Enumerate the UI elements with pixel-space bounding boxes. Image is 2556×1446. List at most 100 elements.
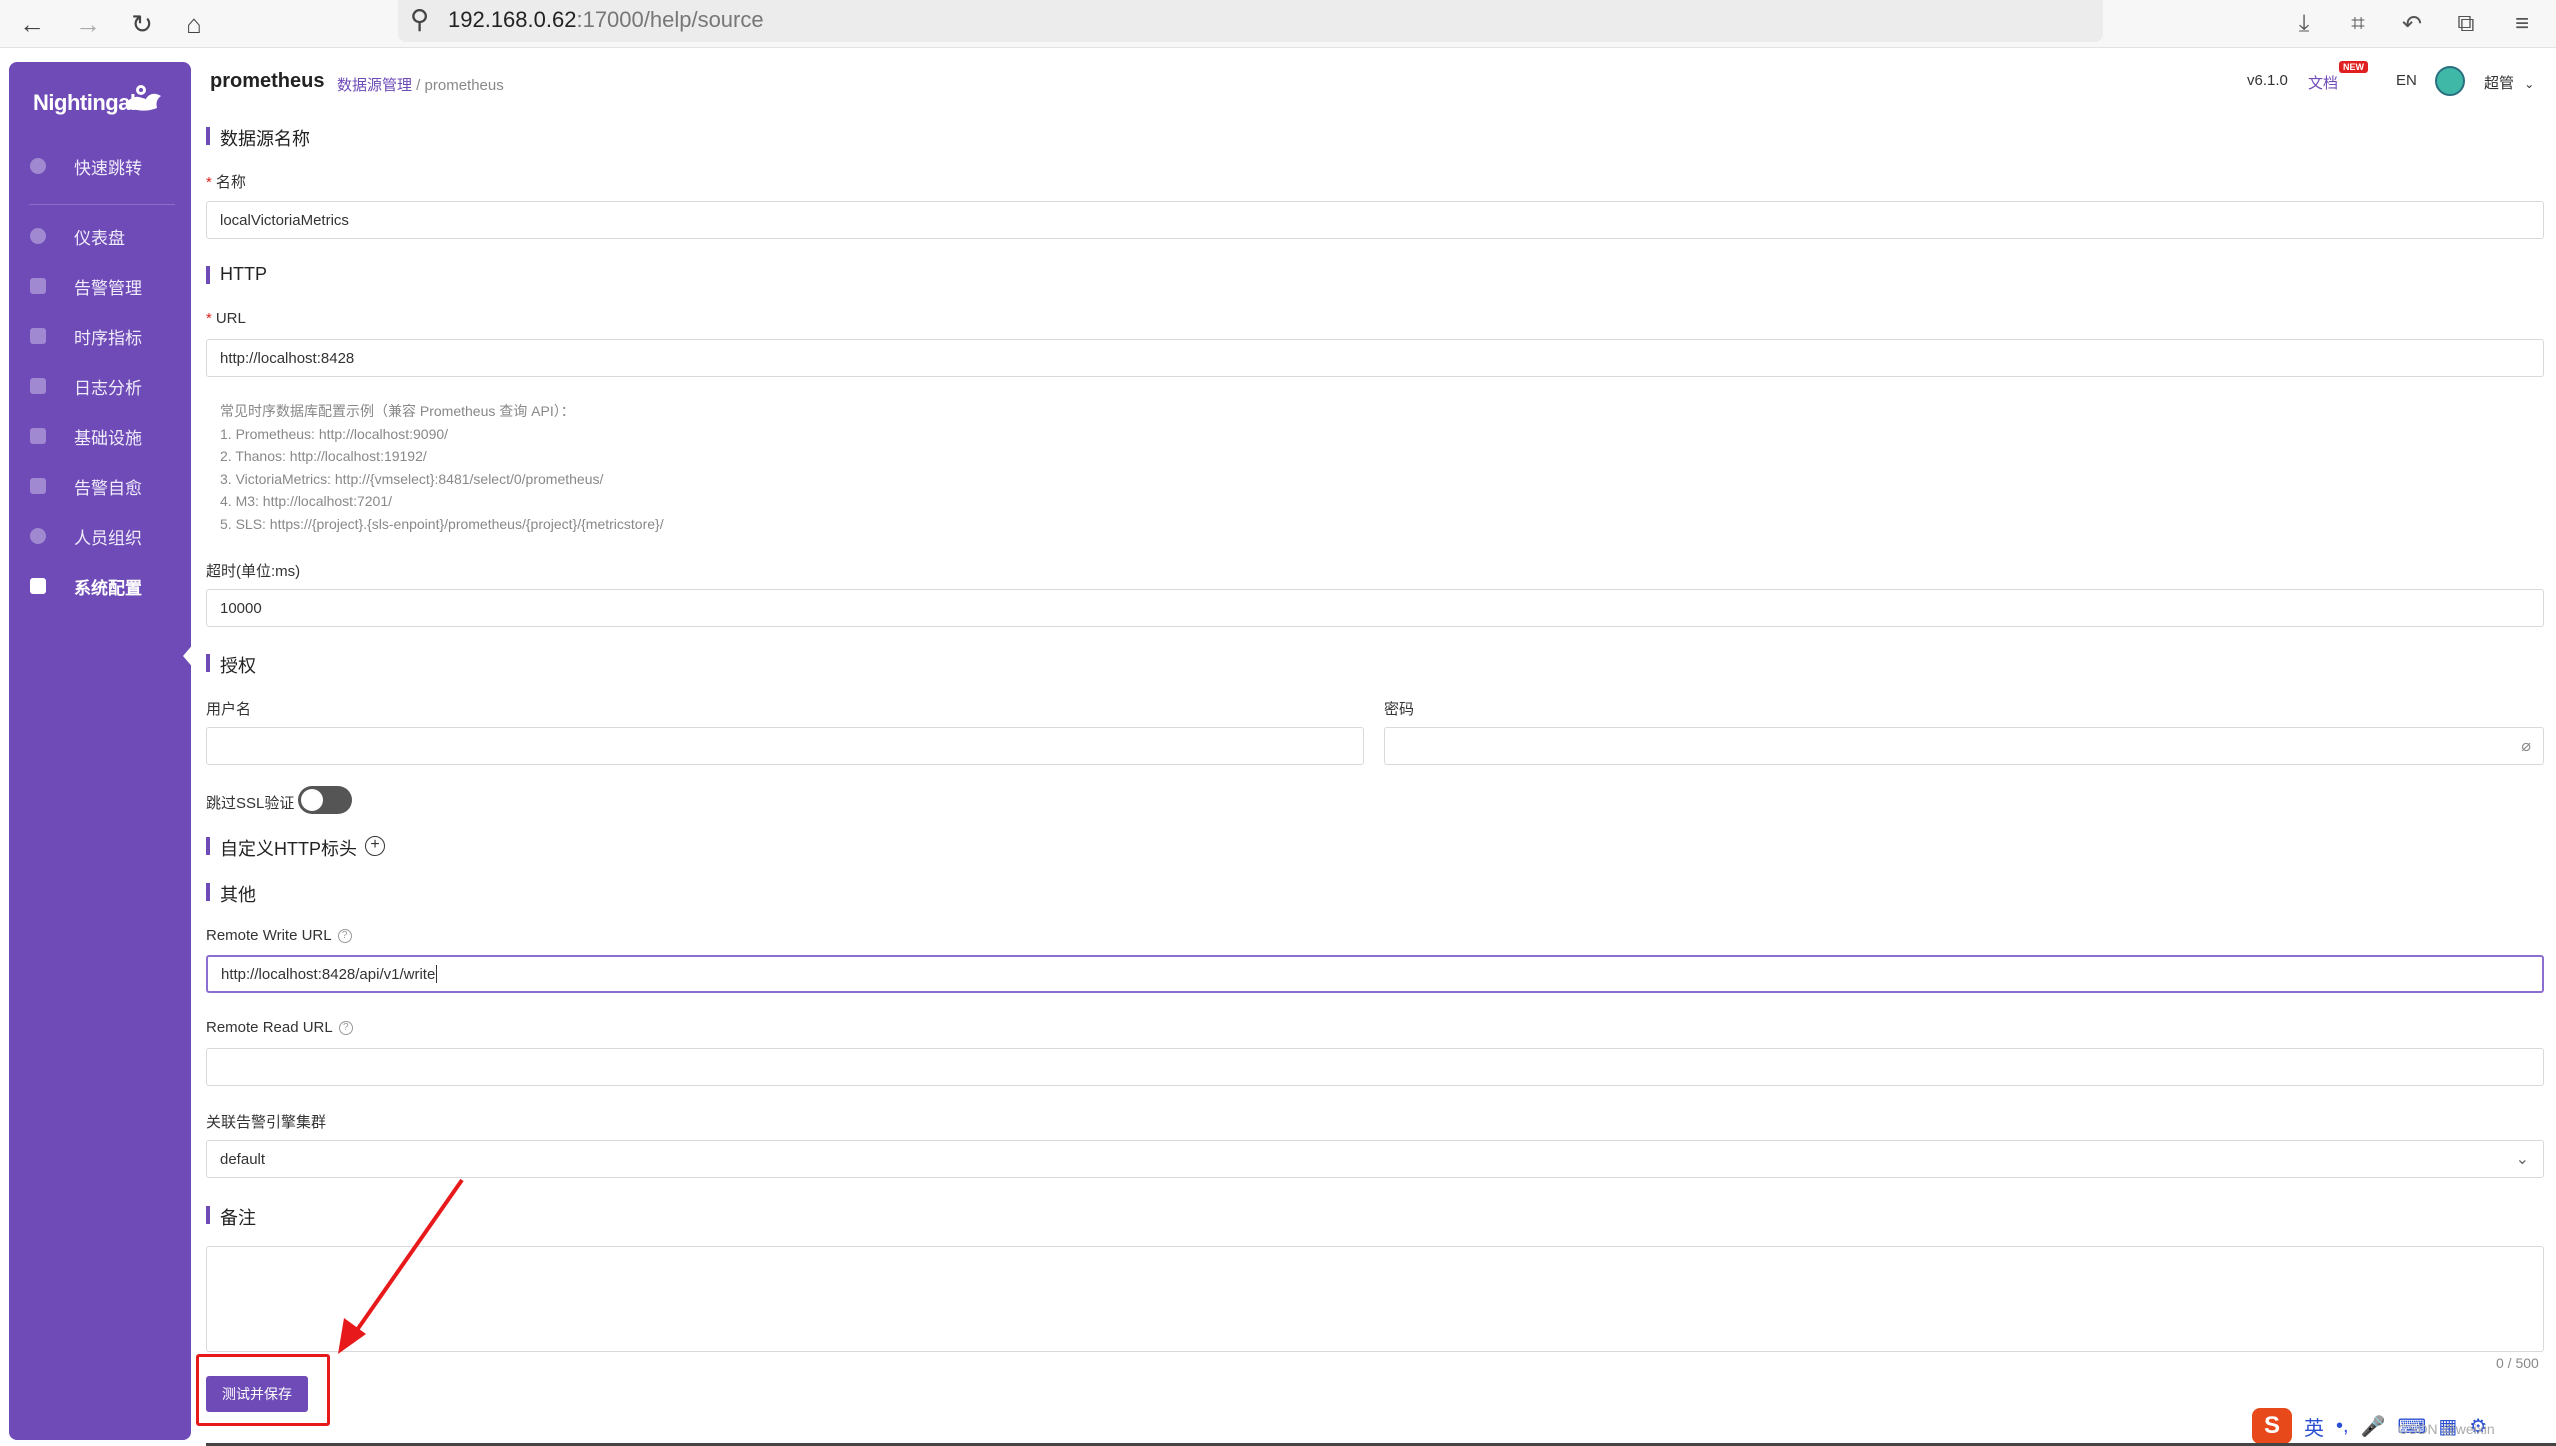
address-bar[interactable]: ⚲ 192.168.0.62:17000/help/source xyxy=(398,0,2103,42)
sidebar-item-self-healing[interactable]: 告警自愈 xyxy=(9,464,191,508)
note-counter: 0 / 500 xyxy=(2496,1355,2539,1371)
remote-read-input[interactable] xyxy=(206,1048,2544,1086)
hint-line: 常见时序数据库配置示例（兼容 Prometheus 查询 API）： xyxy=(220,403,575,419)
remote-write-input[interactable]: http://localhost:8428/api/v1/write xyxy=(206,955,2544,993)
section-custom-headers: 自定义HTTP标头 xyxy=(206,835,357,861)
sidebar-item-quick-jump[interactable]: 快速跳转 xyxy=(9,144,191,188)
remote-write-input-value: http://localhost:8428/api/v1/write xyxy=(221,965,436,983)
sidebar-item-label: 时序指标 xyxy=(74,328,142,348)
microphone-icon: 🎤 xyxy=(2360,1415,2386,1438)
sogou-icon: S xyxy=(2252,1408,2292,1444)
home-icon[interactable]: ⌂ xyxy=(176,6,212,42)
browser-toolbar: ← → ↻ ⌂ ⚲ 192.168.0.62:17000/help/source… xyxy=(0,0,2556,48)
url-input-value: http://localhost:8428 xyxy=(220,349,355,367)
language-switch[interactable]: EN xyxy=(2396,72,2417,89)
help-icon[interactable]: ? xyxy=(338,1021,353,1036)
sidebar-divider xyxy=(29,204,175,205)
remote-write-label-text: Remote Write URL xyxy=(206,927,332,944)
download-icon[interactable]: ⤓ xyxy=(2286,6,2322,42)
remote-write-label: Remote Write URL? xyxy=(206,927,352,944)
sidebar-item-label: 告警自愈 xyxy=(74,478,142,498)
version-label: v6.1.0 xyxy=(2247,72,2288,89)
ime-mode: 英 xyxy=(2304,1417,2324,1440)
search-icon xyxy=(30,158,46,174)
undo-icon[interactable]: ↶ xyxy=(2394,6,2430,42)
eye-off-icon[interactable]: ⌀ xyxy=(2521,736,2531,756)
note-textarea[interactable] xyxy=(206,1246,2544,1352)
chevron-down-icon: ⌄ xyxy=(2524,77,2535,91)
sidebar-item-logs[interactable]: 日志分析 xyxy=(9,364,191,408)
server-icon xyxy=(30,428,46,444)
docs-link[interactable]: 文档 xyxy=(2308,72,2338,93)
address-url[interactable]: 192.168.0.62:17000/help/source xyxy=(448,7,764,33)
section-note: 备注 xyxy=(206,1204,256,1230)
name-input[interactable]: localVictoriaMetrics xyxy=(206,201,2544,239)
grid-icon xyxy=(30,578,46,594)
username-input[interactable] xyxy=(206,727,1364,765)
timeout-label: 超时(单位:ms) xyxy=(206,563,301,580)
sidebar-item-system-config[interactable]: 系统配置 xyxy=(9,564,191,608)
remote-read-label-text: Remote Read URL xyxy=(206,1019,333,1036)
sidebar-item-label: 基础设施 xyxy=(74,428,142,448)
forward-arrow-icon[interactable]: → xyxy=(70,6,106,42)
sidebar-item-metrics[interactable]: 时序指标 xyxy=(9,314,191,358)
user-icon xyxy=(30,528,46,544)
menu-icon[interactable]: ≡ xyxy=(2504,6,2540,42)
text-cursor xyxy=(436,965,438,983)
sidebar-item-infrastructure[interactable]: 基础设施 xyxy=(9,414,191,458)
search-icon: ⚲ xyxy=(410,4,430,34)
user-menu[interactable]: 超管 ⌄ xyxy=(2484,72,2534,93)
section-http: HTTP xyxy=(206,264,267,285)
add-header-icon[interactable]: + xyxy=(365,836,385,856)
alarm-icon xyxy=(30,278,46,294)
hint-line: 5. SLS: https://{project}.{sls-enpoint}/… xyxy=(220,515,664,532)
skip-ssl-label: 跳过SSL验证 xyxy=(206,795,295,812)
name-label-text: 名称 xyxy=(215,174,246,191)
log-icon xyxy=(30,378,46,394)
chart-icon xyxy=(30,328,46,344)
cluster-select[interactable]: default ⌄ xyxy=(206,1140,2544,1178)
page-title: prometheus xyxy=(210,70,325,92)
password-input[interactable]: ⌀ xyxy=(1384,727,2544,765)
timeout-input[interactable]: 10000 xyxy=(206,589,2544,627)
hint-line: 1. Prometheus: http://localhost:9090/ xyxy=(220,425,449,442)
crop-icon[interactable]: ⌗ xyxy=(2340,6,2376,42)
cluster-label: 关联告警引擎集群 xyxy=(206,1114,327,1131)
url-input[interactable]: http://localhost:8428 xyxy=(206,339,2544,377)
watermark: CSDN @weixin xyxy=(2398,1421,2495,1437)
cluster-select-value: default xyxy=(220,1150,266,1168)
reload-icon[interactable]: ↻ xyxy=(124,6,160,42)
hint-line: 2. Thanos: http://localhost:19192/ xyxy=(220,448,427,465)
sidebar-item-label: 系统配置 xyxy=(74,578,142,598)
username-label: 用户名 xyxy=(206,701,252,718)
active-indicator xyxy=(183,642,195,670)
punctuation-icon: •, xyxy=(2336,1414,2349,1437)
url-host: 192.168.0.62 xyxy=(448,7,577,32)
back-arrow-icon[interactable]: ← xyxy=(14,6,50,42)
skip-ssl-toggle[interactable] xyxy=(298,786,352,814)
nightingale-logo-icon xyxy=(125,85,161,111)
hint-line: 4. M3: http://localhost:7201/ xyxy=(220,493,392,510)
dashboard-icon xyxy=(30,228,46,244)
sidebar-item-label: 日志分析 xyxy=(74,378,142,398)
name-label: * 名称 xyxy=(206,174,246,191)
help-icon[interactable]: ? xyxy=(337,929,352,944)
breadcrumb-link[interactable]: 数据源管理 xyxy=(337,77,412,94)
annotation-highlight-box xyxy=(196,1354,330,1426)
sidebar-item-dashboard[interactable]: 仪表盘 xyxy=(9,214,191,258)
new-badge: NEW xyxy=(2339,61,2368,73)
url-path: :17000/help/source xyxy=(576,7,764,32)
sidebar-item-label: 快速跳转 xyxy=(74,158,142,178)
sidebar-item-alarm[interactable]: 告警管理 xyxy=(9,264,191,308)
section-other: 其他 xyxy=(206,881,256,907)
terminal-icon xyxy=(30,478,46,494)
avatar[interactable] xyxy=(2435,66,2465,96)
name-input-value: localVictoriaMetrics xyxy=(220,211,349,229)
password-label: 密码 xyxy=(1384,701,1415,718)
sidebar-item-people[interactable]: 人员组织 xyxy=(9,514,191,558)
breadcrumb-separator: / xyxy=(412,77,425,94)
extension-icon[interactable]: ⧉ xyxy=(2448,6,2484,42)
hint-line: 3. VictoriaMetrics: http://{vmselect}:84… xyxy=(220,470,604,487)
sidebar-item-label: 告警管理 xyxy=(74,278,142,298)
sidebar-item-label: 仪表盘 xyxy=(74,228,125,248)
